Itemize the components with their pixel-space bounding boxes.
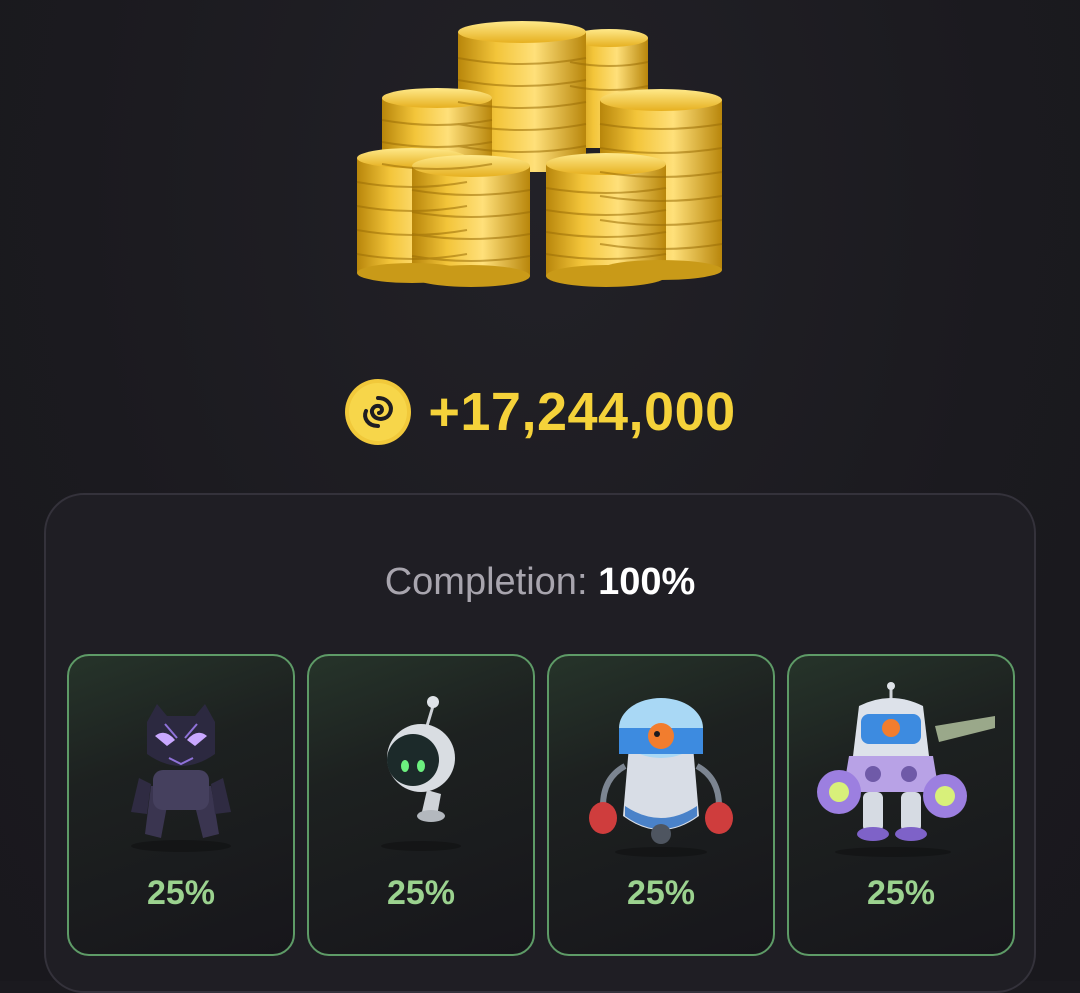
reward-amount-row: +17,244,000 xyxy=(0,372,1080,452)
character-percent: 25% xyxy=(866,874,936,912)
character-percent: 25% xyxy=(386,874,456,912)
completion-label: Completion: xyxy=(384,561,588,603)
mech-robot-character-icon xyxy=(817,682,995,857)
completion-status: Completion: 100% xyxy=(0,560,1080,604)
coin-pile-icon xyxy=(356,21,723,287)
character-percent: 25% xyxy=(146,874,216,912)
character-card-boxer-robot[interactable]: 25% xyxy=(547,654,775,956)
reward-amount: +17,244,000 xyxy=(428,382,736,442)
character-list: 25% 25% 25% 25% xyxy=(67,654,1015,956)
panther-character-icon xyxy=(131,704,231,852)
completion-value: 100% xyxy=(598,561,696,603)
boxer-robot-character-icon xyxy=(589,698,733,857)
astronaut-bot-character-icon xyxy=(381,696,461,851)
swirl-token-icon xyxy=(345,379,412,445)
character-card-mech-robot[interactable]: 25% xyxy=(787,654,1015,956)
character-card-panther[interactable]: 25% xyxy=(67,654,295,956)
character-card-astronaut-bot[interactable]: 25% xyxy=(307,654,535,956)
character-percent: 25% xyxy=(626,874,696,912)
reward-screen: +17,244,000 Completion: 100% 25% 25% 25%… xyxy=(0,0,1080,993)
